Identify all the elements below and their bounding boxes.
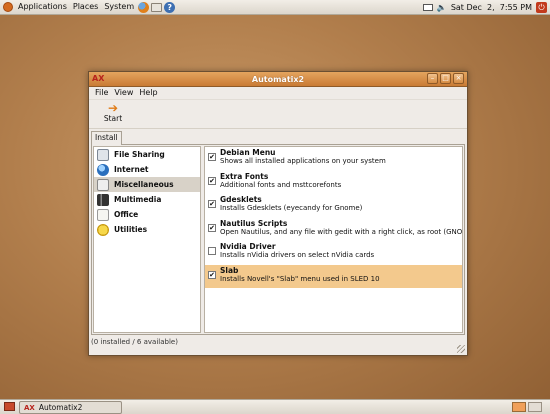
taskbar-button-automatix[interactable]: AX Automatix2 [19, 401, 122, 414]
miscellaneous-icon [97, 178, 109, 191]
clock[interactable]: Sat Dec 2, 7:55 PM [451, 3, 532, 12]
status-text: (0 installed / 6 available) [91, 338, 178, 346]
package-row[interactable]: ✔ Extra Fonts Additional fonts and msttc… [205, 171, 462, 195]
package-name: Extra Fonts [220, 171, 269, 181]
category-label: Office [114, 210, 139, 219]
app-icon: AX [24, 403, 35, 412]
category-miscellaneous[interactable]: Miscellaneous [94, 177, 200, 192]
ubuntu-logo-icon[interactable] [3, 2, 13, 12]
package-name: Nautilus Scripts [220, 218, 288, 228]
package-checkbox[interactable]: ✔ [208, 176, 216, 185]
package-checkbox[interactable]: ✔ [208, 270, 216, 279]
package-row-selected[interactable]: ✔ Slab Installs Novell's "Slab" menu use… [205, 264, 462, 288]
category-utilities[interactable]: Utilities [94, 222, 200, 237]
system-menu[interactable]: System [101, 0, 137, 14]
package-desc: Additional fonts and msttcorefonts [220, 180, 342, 189]
file-sharing-icon [97, 148, 109, 161]
package-name: Debian Menu [220, 148, 276, 157]
multimedia-icon [97, 193, 109, 206]
top-menu: Applications Places System [15, 0, 137, 14]
help-icon[interactable]: ? [164, 1, 176, 13]
file-menu[interactable]: File [93, 87, 112, 99]
toolbar: ➔ Start [89, 100, 467, 129]
minimize-button[interactable]: – [427, 73, 438, 84]
window-title: Automatix2 [251, 74, 305, 84]
tray: 🔈 Sat Dec 2, 7:55 PM ⏻ [422, 1, 550, 13]
start-button[interactable]: ➔ Start [102, 102, 124, 123]
start-label: Start [103, 114, 123, 123]
app-icon[interactable]: AX [92, 74, 104, 83]
automatix-window: AX Automatix2 – □ × File View Help ➔ Sta… [88, 71, 468, 356]
start-arrow-icon: ➔ [107, 101, 119, 115]
package-checkbox[interactable]: ✔ [208, 200, 216, 208]
package-checkbox[interactable]: ✔ [208, 153, 216, 161]
places-menu[interactable]: Places [70, 0, 101, 14]
close-button[interactable]: × [453, 73, 464, 84]
package-desc: Shows all installed applications on your… [220, 157, 386, 165]
package-name: Slab [220, 265, 239, 275]
task-label: Automatix2 [38, 403, 83, 412]
show-desktop-icon[interactable] [4, 402, 15, 411]
power-icon[interactable]: ⏻ [536, 1, 547, 13]
applications-menu[interactable]: Applications [15, 0, 70, 14]
top-panel: Applications Places System ? 🔈 Sat Dec 2… [0, 0, 550, 15]
category-label: Utilities [114, 225, 148, 234]
category-internet[interactable]: Internet [94, 162, 200, 177]
package-checkbox[interactable]: ✔ [208, 223, 216, 232]
volume-icon[interactable]: 🔈 [437, 3, 447, 12]
package-desc: Open Nautilus, and any file with gedit w… [220, 227, 462, 236]
menubar: File View Help [89, 87, 467, 100]
internet-icon [97, 163, 109, 176]
category-label: Internet [114, 165, 149, 174]
window-controls: – □ × [427, 73, 464, 84]
category-label: Multimedia [114, 195, 162, 204]
package-desc: Installs Gdesklets (eyecandy for Gnome) [220, 204, 363, 212]
resize-grip[interactable] [457, 345, 465, 353]
package-name: Nvidia Driver [220, 242, 276, 251]
view-menu[interactable]: View [112, 87, 137, 99]
package-list: ✔ Debian Menu Shows all installed applic… [204, 146, 463, 333]
mail-tray-icon[interactable] [422, 3, 433, 11]
package-checkbox[interactable] [208, 247, 216, 255]
tab-install[interactable]: Install [91, 131, 122, 145]
package-row[interactable]: ✔ Debian Menu Shows all installed applic… [205, 147, 462, 171]
titlebar[interactable]: AX Automatix2 – □ × [89, 72, 467, 87]
workspace-1[interactable] [512, 402, 526, 412]
package-row[interactable]: Nvidia Driver Installs nVidia drivers on… [205, 241, 462, 265]
firefox-icon[interactable] [138, 1, 150, 13]
maximize-button[interactable]: □ [440, 73, 451, 84]
category-file-sharing[interactable]: File Sharing [94, 147, 200, 162]
category-office[interactable]: Office [94, 207, 200, 222]
tabstrip: Install [89, 129, 467, 145]
package-row[interactable]: ✔ Nautilus Scripts Open Nautilus, and an… [205, 218, 462, 242]
install-panel: File Sharing Internet Miscellaneous Mult… [91, 144, 465, 335]
help-menu[interactable]: Help [137, 87, 161, 99]
package-row[interactable]: ✔ Gdesklets Installs Gdesklets (eyecandy… [205, 194, 462, 218]
mail-icon[interactable] [151, 2, 163, 12]
package-name: Gdesklets [220, 195, 262, 204]
category-label: File Sharing [114, 150, 165, 159]
category-multimedia[interactable]: Multimedia [94, 192, 200, 207]
workspace-2[interactable] [528, 402, 542, 412]
bottom-panel: AX Automatix2 [0, 399, 550, 414]
category-label: Miscellaneous [114, 180, 174, 189]
utilities-icon [97, 223, 109, 236]
office-icon [97, 208, 109, 221]
package-desc: Installs Novell's "Slab" menu used in SL… [220, 274, 380, 283]
category-list: File Sharing Internet Miscellaneous Mult… [93, 146, 201, 333]
package-desc: Installs nVidia drivers on select nVidia… [220, 251, 375, 259]
